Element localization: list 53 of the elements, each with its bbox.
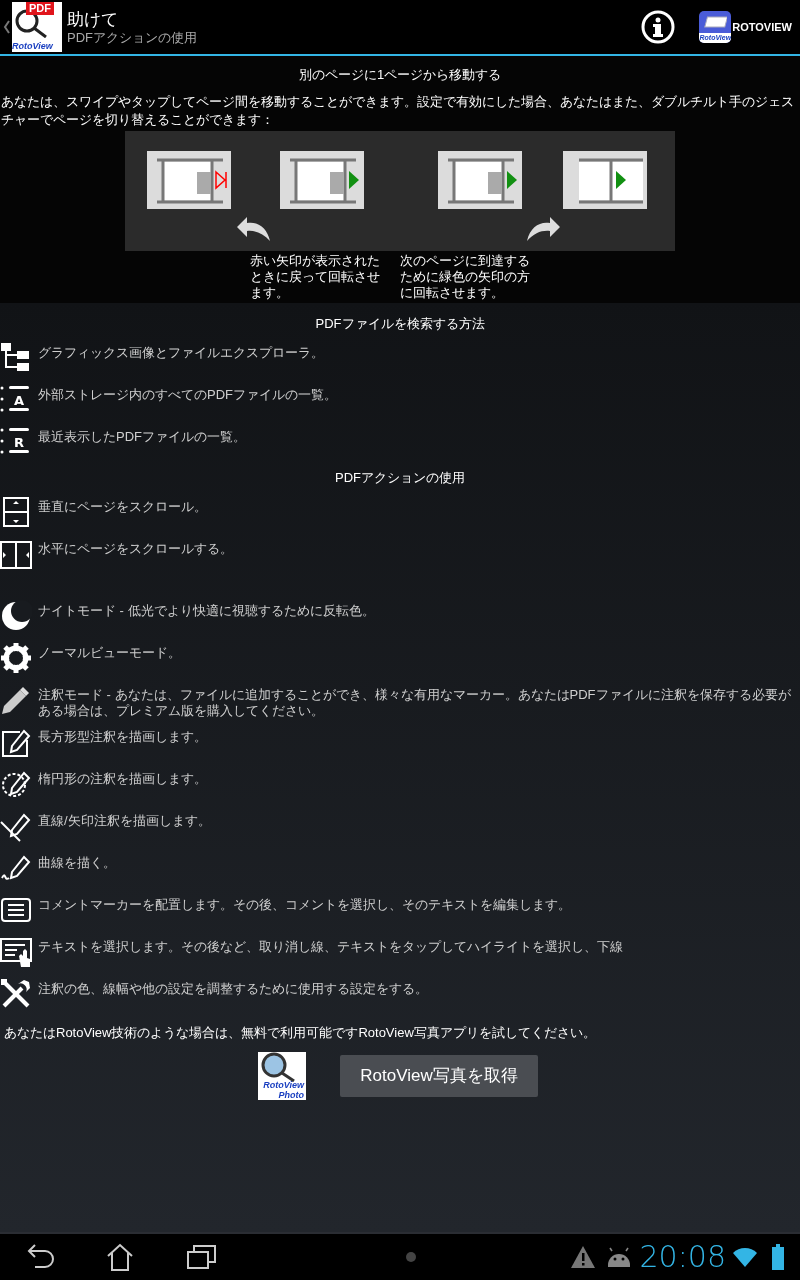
logo-caption: RotoView [12, 41, 53, 52]
warning-icon [569, 1245, 596, 1269]
intro-paragraph: あなたは、スワイプやタップしてページ間を移動することができます。設定で有効にした場合、あなたはまた、ダブルチルト手のジェスチャーでページを切り替えることができます： [0, 93, 795, 129]
page-icon [703, 15, 728, 29]
back-icon[interactable] [25, 1243, 55, 1271]
text-select-icon [0, 936, 32, 968]
vertical-scroll-icon [0, 496, 32, 528]
moon-icon [0, 600, 32, 632]
home-icon[interactable] [105, 1242, 135, 1272]
help-item-text: コメントマーカーを配置します。その後、コメントを選択し、そのテキストを編集します。 [38, 896, 572, 913]
horizontal-scroll-icon [0, 538, 32, 570]
get-app-button[interactable]: RotoView写真を取得 [340, 1055, 538, 1097]
section-heading: PDFアクションの使用 [334, 469, 466, 487]
help-item-text: 長方形型注釈を描画します。 [38, 728, 208, 745]
app-icon[interactable]: RotoView Photo [258, 1052, 306, 1100]
help-item-text: グラフィックス画像とファイルエクスプローラ。 [38, 344, 325, 361]
brand-name: ROTOVIEW [732, 19, 792, 35]
tools-icon [0, 978, 32, 1010]
section-heading: 別のページに1ページから移動する [298, 66, 502, 84]
help-item-text: 最近表示したPDFファイルの一覧。 [38, 428, 247, 445]
diagram-caption: 赤い矢印が表示されたときに戻って回転させます。 [250, 253, 380, 301]
app-icon-caption: RotoView [263, 1080, 304, 1090]
settings-icon [0, 642, 32, 674]
diagram-caption: 次のページに到達するために緑色の矢印の方に回転させます。 [400, 253, 531, 301]
help-item-text: 注釈の色、線幅や他の設定を調整するために使用する設定をする。 [38, 980, 429, 997]
caret-icon[interactable] [3, 20, 11, 34]
help-item-text: テキストを選択します。その後など、取り消し線、テキストをタップしてハイライトを選択し、下線 [38, 938, 624, 955]
help-item-text: 直線/矢印注釈を描画します。 [38, 812, 212, 829]
info-icon[interactable] [641, 10, 676, 44]
screen-subtitle: PDFアクションの使用 [67, 29, 197, 46]
magnifier-icon [260, 1052, 296, 1082]
help-item-text: 外部ストレージ内のすべてのPDFファイルの一覧。 [38, 386, 338, 403]
section-heading: PDFファイルを検索する方法 [314, 315, 486, 333]
app-logo[interactable]: PDF RotoView [12, 2, 62, 52]
help-item-text: ナイトモード - 低光でより快適に視聴するために反転色。 [38, 602, 376, 619]
app-icon-caption: Photo [278, 1090, 304, 1100]
help-item-text: 水平にページをスクロールする。 [38, 540, 234, 557]
help-item-text: 楕円形の注釈を描画します。 [38, 770, 208, 787]
android-icon [605, 1247, 632, 1267]
help-item-text: ノーマルビューモード。 [38, 644, 182, 661]
help-item-text: 注釈モード - あなたは、ファイルに追加することができ、様々な有用なマーカー。あなたはPDFファイルに注釈を保存する必要がある場合は、プレミアム版を購入してください。 [38, 686, 792, 719]
wifi-icon [732, 1246, 758, 1268]
tree-icon [0, 342, 32, 374]
screen-title: 助けて [67, 8, 119, 30]
help-item-text: 曲線を描く。 [38, 854, 117, 871]
battery-icon [772, 1244, 784, 1270]
pdf-badge: PDF [26, 2, 54, 15]
help-item-text: 垂直にページをスクロール。 [38, 498, 208, 515]
recent-apps-icon[interactable] [187, 1244, 217, 1270]
clock: 20:08 [639, 1240, 726, 1274]
promo-text: あなたはRotoView技術のような場合は、無料で利用可能ですRotoView写真アプリを試してください。 [3, 1024, 597, 1042]
pencil-icon [0, 684, 32, 716]
dot-icon [405, 1251, 417, 1263]
